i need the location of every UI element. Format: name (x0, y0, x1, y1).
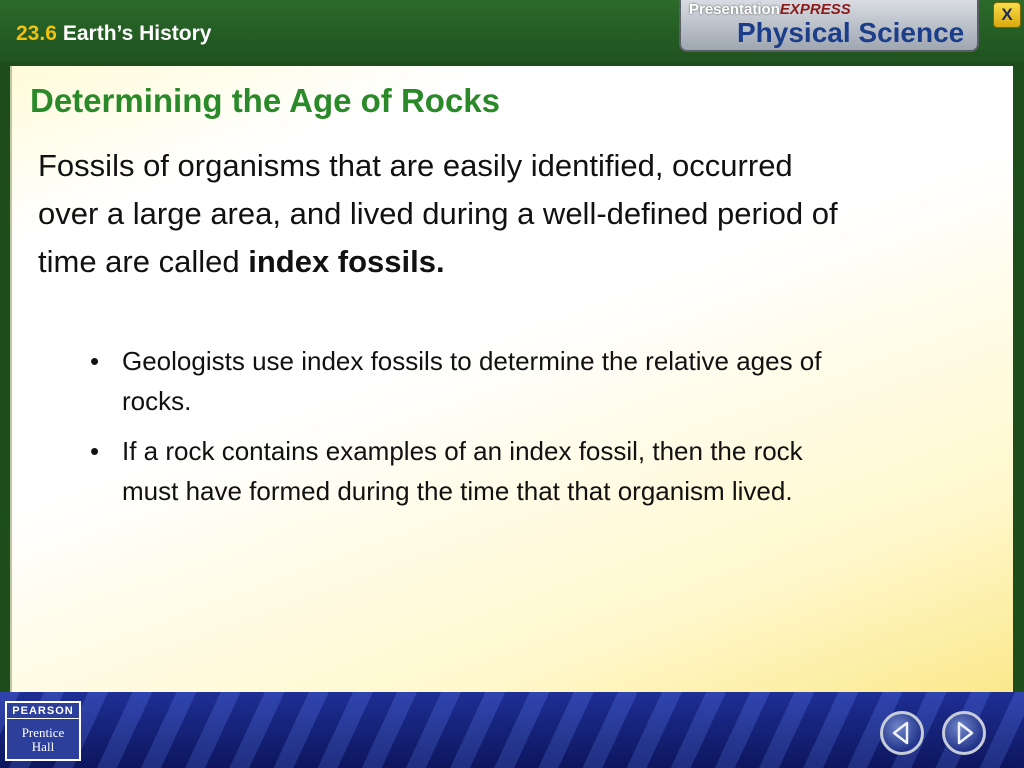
bullet-icon: • (90, 436, 100, 466)
footer-bar: PEARSON Prentice Hall (0, 692, 1024, 768)
brand-express: EXPRESS (779, 1, 851, 18)
brand-title: Physical Science (737, 17, 965, 48)
pearson-logo: PEARSON Prentice Hall (5, 701, 81, 761)
chevron-right-icon (957, 721, 974, 745)
previous-slide-button[interactable] (880, 711, 924, 755)
slide-content: Determining the Age of Rocks Fossils of … (10, 66, 1013, 692)
section-heading: 23.6 Earth’s History (16, 22, 211, 46)
logo-line2: Hall (31, 739, 55, 754)
list-item: • If a rock contains examples of an index… (90, 431, 862, 511)
bullet-icon: • (90, 346, 100, 376)
next-slide-button[interactable] (942, 711, 986, 755)
bullet-list: • Geologists use index fossils to determi… (90, 341, 862, 521)
bullet-text: Geologists use index fossils to determin… (122, 346, 822, 416)
section-title: Earth’s History (62, 22, 212, 45)
slide-title: Determining the Age of Rocks (30, 82, 501, 119)
header-bar: 23.6 Earth’s History PresentationEXPRESS … (0, 0, 1024, 62)
bullet-text: If a rock contains examples of an index … (122, 436, 803, 506)
section-number: 23.6 (16, 22, 57, 45)
intro-bold-term: index fossils. (248, 244, 445, 279)
brand-prefix: Presentation (689, 1, 780, 18)
brand-logo: PresentationEXPRESS Physical Science (679, 0, 979, 52)
logo-line1: Prentice (21, 725, 65, 740)
chevron-left-icon (892, 721, 909, 745)
close-button[interactable]: X (993, 2, 1021, 28)
logo-top-text: PEARSON (7, 703, 79, 719)
list-item: • Geologists use index fossils to determi… (90, 341, 862, 421)
brand-tagline: PresentationEXPRESS (689, 1, 851, 18)
intro-paragraph: Fossils of organisms that are easily ide… (38, 142, 838, 286)
